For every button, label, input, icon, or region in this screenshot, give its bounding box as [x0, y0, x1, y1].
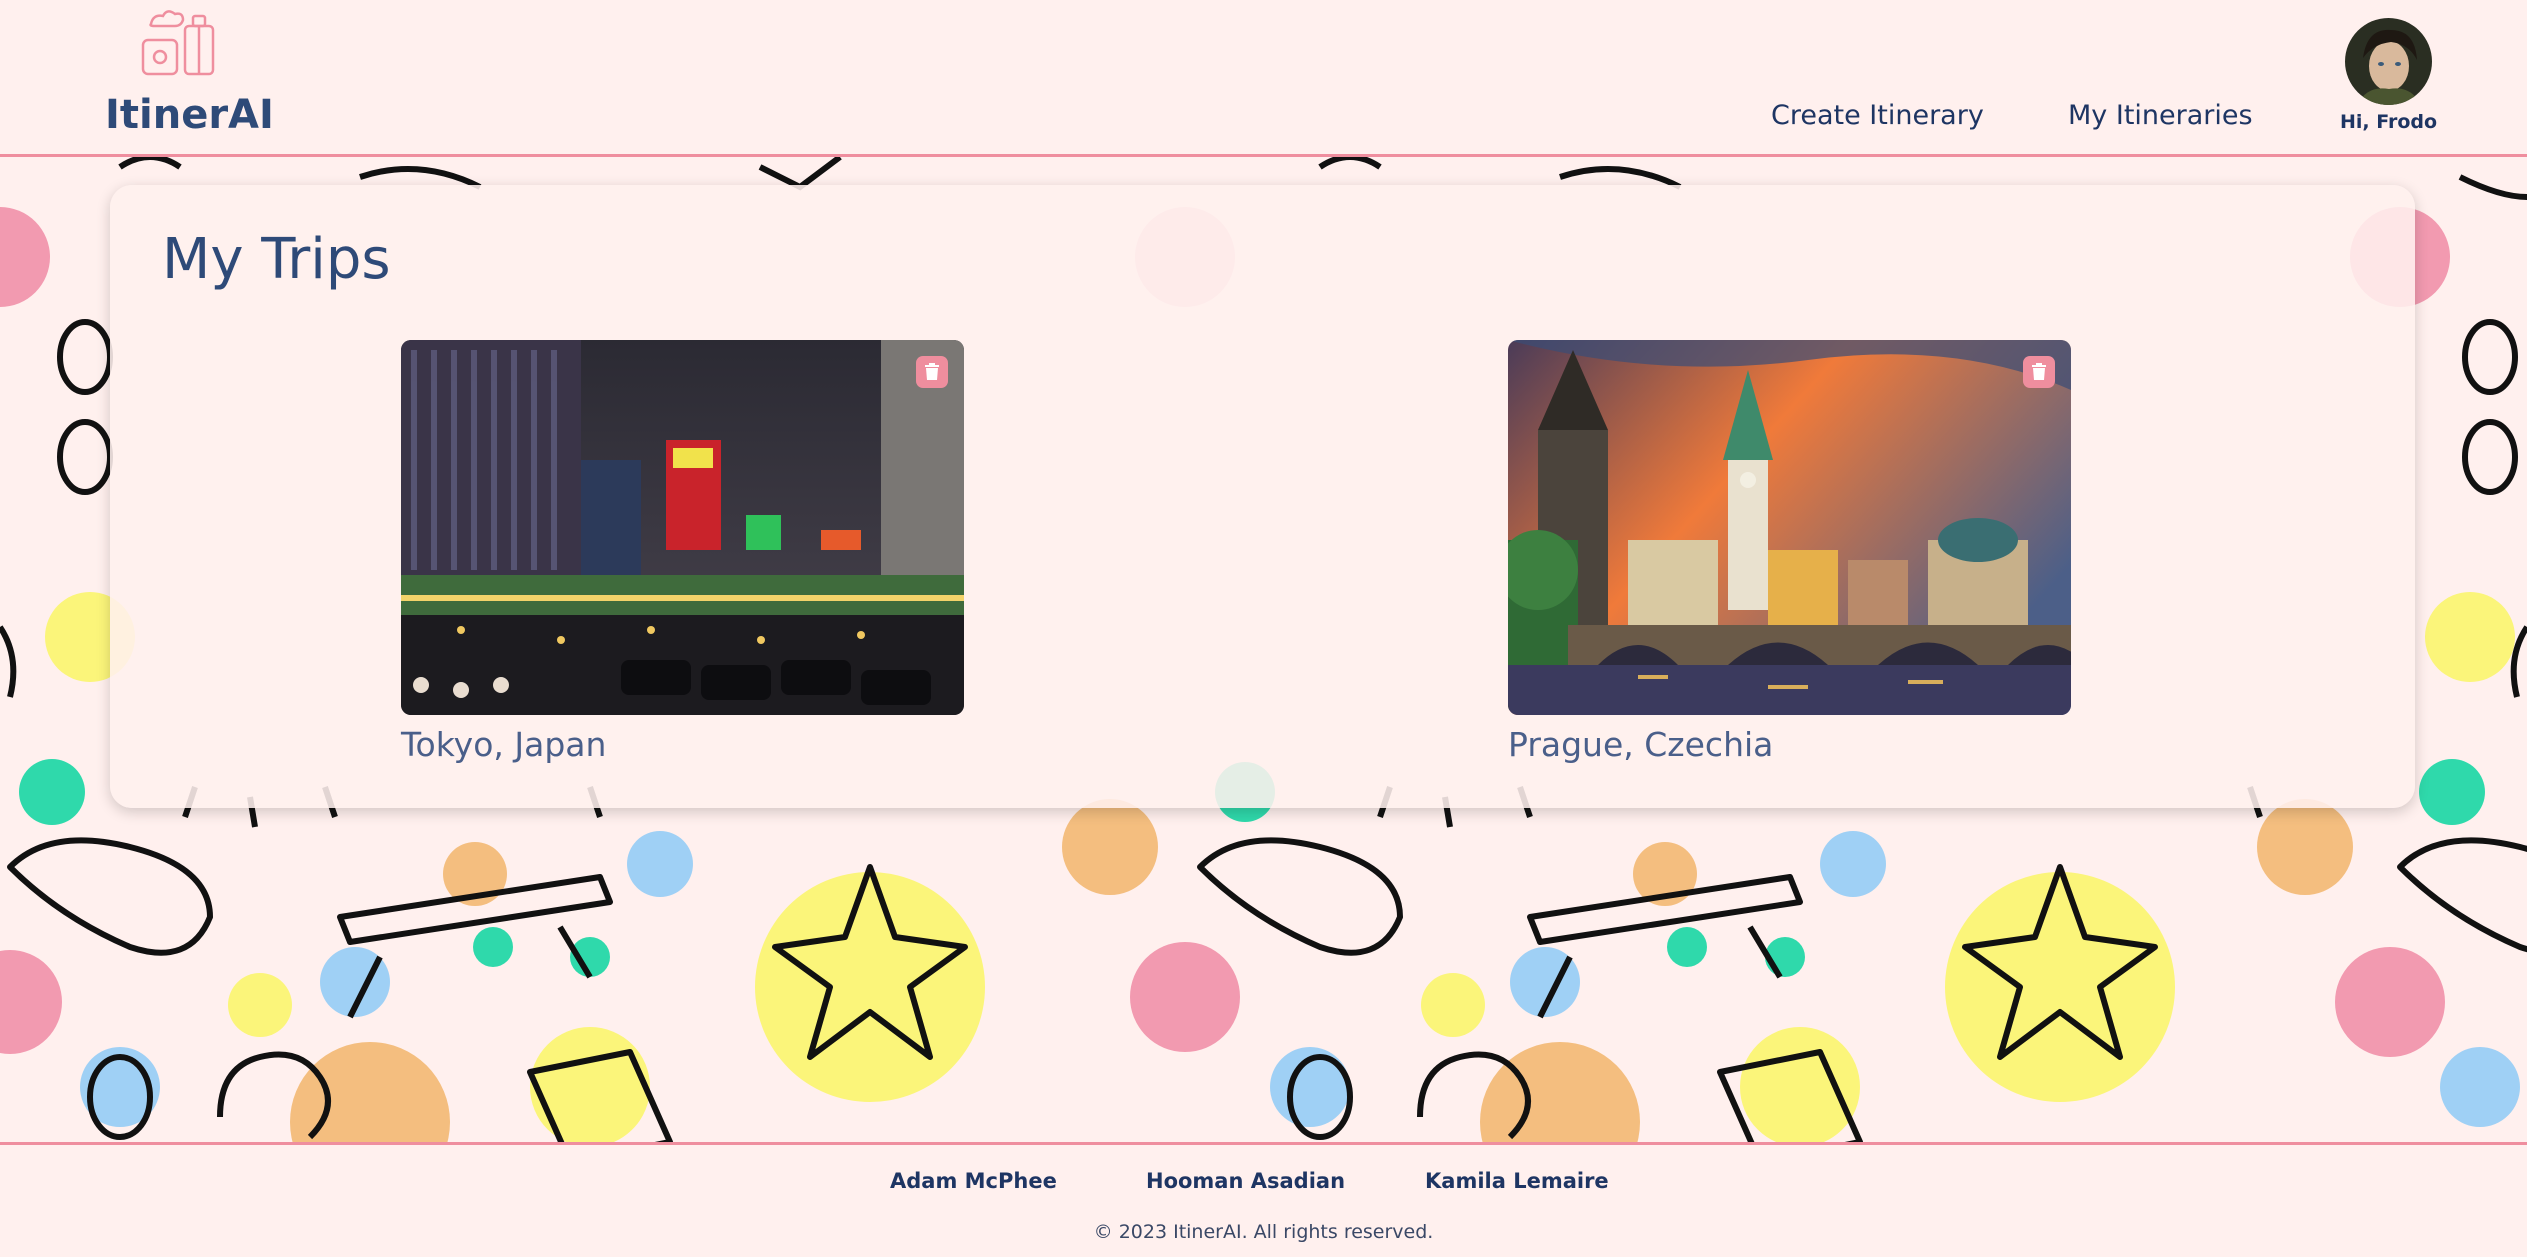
trip-image-tokyo[interactable] — [401, 340, 964, 715]
nav-create-itinerary[interactable]: Create Itinerary — [1771, 100, 1984, 131]
trip-card-prague[interactable]: Prague, Czechia — [1508, 340, 2071, 764]
footer-author-link[interactable]: Adam McPhee — [890, 1169, 1057, 1193]
footer-author-link[interactable]: Kamila Lemaire — [1425, 1169, 1609, 1193]
footer: Adam McPhee Hooman Asadian Kamila Lemair… — [0, 1142, 2527, 1257]
nav-my-itineraries[interactable]: My Itineraries — [2068, 100, 2253, 131]
trash-icon — [925, 363, 939, 380]
trip-image-prague[interactable] — [1508, 340, 2071, 715]
trip-label[interactable]: Tokyo, Japan — [401, 725, 964, 764]
luggage-logo-icon — [141, 10, 215, 76]
logo-text: ItinerAI — [105, 92, 274, 138]
delete-trip-button[interactable] — [2023, 356, 2055, 388]
trash-icon — [2032, 363, 2046, 380]
avatar[interactable] — [2345, 18, 2432, 105]
city-night-photo — [401, 340, 964, 715]
copyright: © 2023 ItinerAI. All rights reserved. — [1093, 1221, 1434, 1243]
logo[interactable]: ItinerAI — [105, 10, 274, 140]
header: ItinerAI Create Itinerary My Itineraries… — [0, 0, 2527, 157]
user-greeting: Hi, Frodo — [2339, 111, 2438, 133]
trip-card-tokyo[interactable]: Tokyo, Japan — [401, 340, 964, 764]
delete-trip-button[interactable] — [916, 356, 948, 388]
page-title: My Trips — [162, 227, 391, 292]
old-town-photo — [1508, 340, 2071, 715]
my-trips-panel: My Trips Tokyo, Japan Prague, Czechia — [110, 185, 2415, 808]
footer-author-link[interactable]: Hooman Asadian — [1146, 1169, 1345, 1193]
trip-label[interactable]: Prague, Czechia — [1508, 725, 2071, 764]
